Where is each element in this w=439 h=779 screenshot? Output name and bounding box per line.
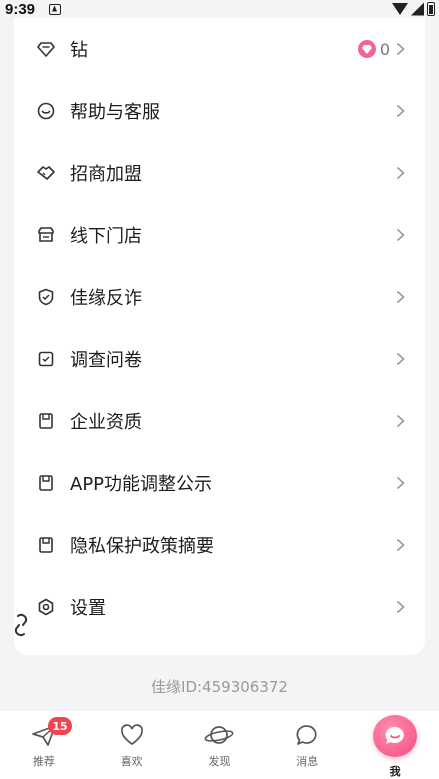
chevron-right-icon xyxy=(396,42,405,56)
menu-item-privacy[interactable]: 隐私保护政策摘要 xyxy=(14,514,425,576)
menu-item-help[interactable]: 帮助与客服 xyxy=(14,80,425,142)
document-icon xyxy=(36,535,56,555)
menu-item-anti-fraud[interactable]: 佳缘反诈 xyxy=(14,266,425,328)
survey-icon xyxy=(36,349,56,369)
menu-item-diamond[interactable]: 钻 0 xyxy=(14,18,425,80)
menu-item-label: 帮助与客服 xyxy=(70,102,160,123)
diamond-icon xyxy=(36,39,56,59)
handshake-icon xyxy=(36,163,56,183)
signal-icon xyxy=(411,2,424,16)
tab-label: 喜欢 xyxy=(120,755,143,768)
diamond-count: 0 xyxy=(379,39,390,59)
chevron-right-icon xyxy=(396,414,405,428)
menu-item-label: 设置 xyxy=(70,598,106,619)
chevron-right-icon xyxy=(396,600,405,614)
bottom-tab-bar: 15 推荐 喜欢 发现 消息 我 xyxy=(0,711,439,779)
menu-item-label: APP功能调整公示 xyxy=(70,474,213,495)
chevron-right-icon xyxy=(396,476,405,490)
menu-item-label: 招商加盟 xyxy=(70,164,142,185)
menu-item-label: 企业资质 xyxy=(70,412,142,433)
wifi-icon xyxy=(392,3,408,15)
help-service-icon xyxy=(36,101,56,121)
battery-icon xyxy=(427,2,435,16)
tab-messages[interactable]: 消息 xyxy=(263,711,351,779)
tab-recommend[interactable]: 15 推荐 xyxy=(0,711,88,779)
menu-item-label: 线下门店 xyxy=(70,226,142,247)
menu-item-store[interactable]: 线下门店 xyxy=(14,204,425,266)
planet-icon xyxy=(205,726,234,744)
status-bar: 9:39 xyxy=(0,0,439,18)
chevron-right-icon xyxy=(396,104,405,118)
tab-label: 我 xyxy=(389,765,401,778)
me-icon xyxy=(373,715,418,757)
notification-badge: 15 xyxy=(48,717,72,735)
chevron-right-icon xyxy=(396,228,405,242)
menu-item-label: 佳缘反诈 xyxy=(70,288,142,309)
menu-item-settings[interactable]: 设置 xyxy=(14,576,425,638)
tab-like[interactable]: 喜欢 xyxy=(88,711,176,779)
menu-item-app-notice[interactable]: APP功能调整公示 xyxy=(14,452,425,514)
tab-me[interactable]: 我 xyxy=(351,711,439,779)
pink-diamond-icon xyxy=(357,40,376,58)
menu-item-label: 调查问卷 xyxy=(70,350,142,371)
menu-item-survey[interactable]: 调查问卷 xyxy=(14,328,425,390)
menu-item-label: 钻 xyxy=(70,40,88,61)
gear-icon xyxy=(36,597,56,617)
app-notification-icon xyxy=(49,3,62,15)
floating-link-icon[interactable] xyxy=(10,612,32,638)
chat-bubble-icon xyxy=(296,725,317,745)
tab-discover[interactable]: 发现 xyxy=(176,711,264,779)
store-icon xyxy=(36,225,56,245)
menu-item-qualification[interactable]: 企业资质 xyxy=(14,390,425,452)
tab-label: 消息 xyxy=(296,755,319,768)
heart-icon xyxy=(120,724,143,746)
document-icon xyxy=(36,473,56,493)
status-indicators xyxy=(392,2,435,16)
chevron-right-icon xyxy=(396,290,405,304)
tab-label: 发现 xyxy=(208,755,231,768)
document-icon xyxy=(36,411,56,431)
menu-item-label: 隐私保护政策摘要 xyxy=(70,536,214,557)
chevron-right-icon xyxy=(396,352,405,366)
shield-icon xyxy=(36,287,56,307)
menu-card: 钻 0 帮助与客服 招商加盟 线下门店 佳缘反诈 调查问卷 企业资质 APP功能… xyxy=(14,18,425,655)
tab-label: 推荐 xyxy=(32,755,55,768)
user-id: 佳缘ID:459306372 xyxy=(151,678,288,696)
chevron-right-icon xyxy=(396,538,405,552)
menu-item-franchise[interactable]: 招商加盟 xyxy=(14,142,425,204)
chevron-right-icon xyxy=(396,166,405,180)
status-time: 9:39 xyxy=(5,0,36,18)
